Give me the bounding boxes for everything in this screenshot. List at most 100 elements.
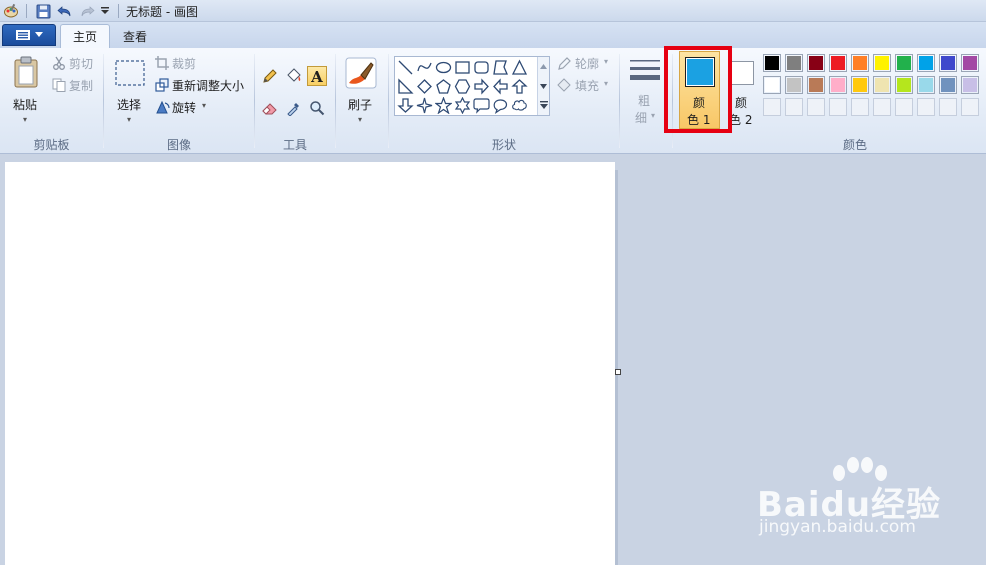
polygon-icon <box>493 60 508 75</box>
paste-button[interactable]: 粘贴 ▾ <box>6 52 46 126</box>
palette-swatch-fill <box>941 78 955 92</box>
select-button[interactable]: 选择 ▾ <box>111 52 149 126</box>
paint-app-icon[interactable] <box>2 2 20 20</box>
left-arrow-shape[interactable] <box>491 77 510 96</box>
palette-empty-slot[interactable] <box>873 98 891 116</box>
palette-empty-slot[interactable] <box>917 98 935 116</box>
palette-empty-slot[interactable] <box>851 98 869 116</box>
hexagon-shape[interactable] <box>453 77 472 96</box>
palette-swatch[interactable] <box>961 54 979 72</box>
copy-button[interactable]: 复制 <box>51 76 97 94</box>
palette-swatch-fill <box>831 56 845 70</box>
palette-empty-slot[interactable] <box>939 98 957 116</box>
palette-swatch-fill <box>963 78 977 92</box>
palette-swatch[interactable] <box>939 54 957 72</box>
rectangle-shape[interactable] <box>453 58 472 77</box>
undo-icon[interactable] <box>56 2 74 20</box>
palette-swatch[interactable] <box>829 76 847 94</box>
palette-swatch[interactable] <box>895 54 913 72</box>
color-picker-tool-button[interactable] <box>284 98 304 118</box>
line-shape[interactable] <box>396 58 415 77</box>
palette-swatch[interactable] <box>829 54 847 72</box>
customize-quick-access-icon[interactable] <box>98 2 112 20</box>
palette-swatch[interactable] <box>917 54 935 72</box>
oval-shape[interactable] <box>434 58 453 77</box>
palette-empty-slot[interactable] <box>785 98 803 116</box>
palette-swatch[interactable] <box>851 54 869 72</box>
palette-swatch[interactable] <box>961 76 979 94</box>
diamond-shape[interactable] <box>415 77 434 96</box>
palette-empty-slot[interactable] <box>895 98 913 116</box>
palette-empty-slot[interactable] <box>961 98 979 116</box>
pentagon-shape[interactable] <box>434 77 453 96</box>
palette-swatch[interactable] <box>895 76 913 94</box>
tab-home[interactable]: 主页 <box>60 24 111 48</box>
palette-empty-slot[interactable] <box>807 98 825 116</box>
palette-swatch[interactable] <box>785 76 803 94</box>
save-icon[interactable] <box>34 2 52 20</box>
canvas-resize-handle[interactable] <box>615 369 621 375</box>
down-arrow-shape[interactable] <box>396 96 415 115</box>
rotate-icon <box>154 99 170 115</box>
rotate-button[interactable]: 旋转 ▾ <box>154 98 214 116</box>
curve-shape[interactable] <box>415 58 434 77</box>
five-point-star-shape[interactable] <box>434 96 453 115</box>
expand-gallery-icon[interactable] <box>538 97 549 113</box>
color1-highlight-box <box>664 46 732 133</box>
palette-swatch[interactable] <box>807 54 825 72</box>
resize-button[interactable]: 重新调整大小 <box>154 76 248 94</box>
rounded-rectangle-shape[interactable] <box>472 58 491 77</box>
crop-icon <box>154 55 170 71</box>
palette-swatch[interactable] <box>807 76 825 94</box>
six-point-star-shape[interactable] <box>453 96 472 115</box>
brushes-button[interactable]: 刷子 ▾ <box>341 52 383 126</box>
palette-swatch[interactable] <box>873 54 891 72</box>
ribbon: 粘贴 ▾ 剪切 复制 剪贴板 选择 ▾ 裁剪 重新调整大小 旋转 ▾ 图像 A … <box>0 48 986 154</box>
drawing-canvas[interactable] <box>5 162 615 565</box>
pencil-tool-button[interactable] <box>260 66 280 86</box>
fill-bucket-tool-button[interactable] <box>284 66 304 86</box>
polygon-shape[interactable] <box>491 58 510 77</box>
paint-menu-button[interactable] <box>2 24 56 46</box>
right-triangle-shape[interactable] <box>396 77 415 96</box>
eraser-tool-button[interactable] <box>260 98 280 118</box>
oval-callout-shape[interactable] <box>491 96 510 115</box>
palette-swatch[interactable] <box>917 76 935 94</box>
up-arrow-shape[interactable] <box>510 77 529 96</box>
tab-view[interactable]: 查看 <box>111 24 159 48</box>
right-arrow-shape[interactable] <box>472 77 491 96</box>
size-label-bottom: 细 <box>635 111 648 125</box>
palette-swatch[interactable] <box>763 76 781 94</box>
down-arrow-icon <box>397 98 414 113</box>
triangle-shape[interactable] <box>510 58 529 77</box>
cut-button[interactable]: 剪切 <box>51 54 97 72</box>
colors-group-label: 颜色 <box>842 138 867 152</box>
outline-button[interactable]: 轮廓 ▾ <box>556 54 616 72</box>
palette-swatch[interactable] <box>785 54 803 72</box>
palette-empty-slot[interactable] <box>763 98 781 116</box>
menu-icon <box>16 30 30 40</box>
scroll-down-icon[interactable] <box>538 78 549 94</box>
size-button[interactable]: 粗 细 ▾ <box>626 54 664 130</box>
cloud-callout-icon <box>512 99 527 111</box>
crop-button[interactable]: 裁剪 <box>154 54 204 72</box>
five-point-star-icon <box>435 97 452 114</box>
palette-swatch[interactable] <box>763 54 781 72</box>
palette-swatch[interactable] <box>939 76 957 94</box>
hexagon-icon <box>454 79 471 94</box>
cloud-callout-shape[interactable] <box>510 96 529 115</box>
four-point-star-shape[interactable] <box>415 96 434 115</box>
scroll-up-icon[interactable] <box>538 58 549 74</box>
text-tool-button[interactable]: A <box>307 66 327 86</box>
brushes-label: 刷子 <box>348 98 373 112</box>
title-bar: 无标题 - 画图 <box>0 0 986 22</box>
magnifier-tool-button[interactable] <box>307 98 327 118</box>
palette-empty-slot[interactable] <box>829 98 847 116</box>
palette-swatch[interactable] <box>873 76 891 94</box>
line-icon <box>398 60 413 75</box>
fill-button[interactable]: 填充 ▾ <box>556 76 616 94</box>
palette-swatch[interactable] <box>851 76 869 94</box>
redo-icon[interactable] <box>78 2 96 20</box>
rounded-callout-shape[interactable] <box>472 96 491 115</box>
shapes-scrollbar[interactable] <box>537 57 549 115</box>
